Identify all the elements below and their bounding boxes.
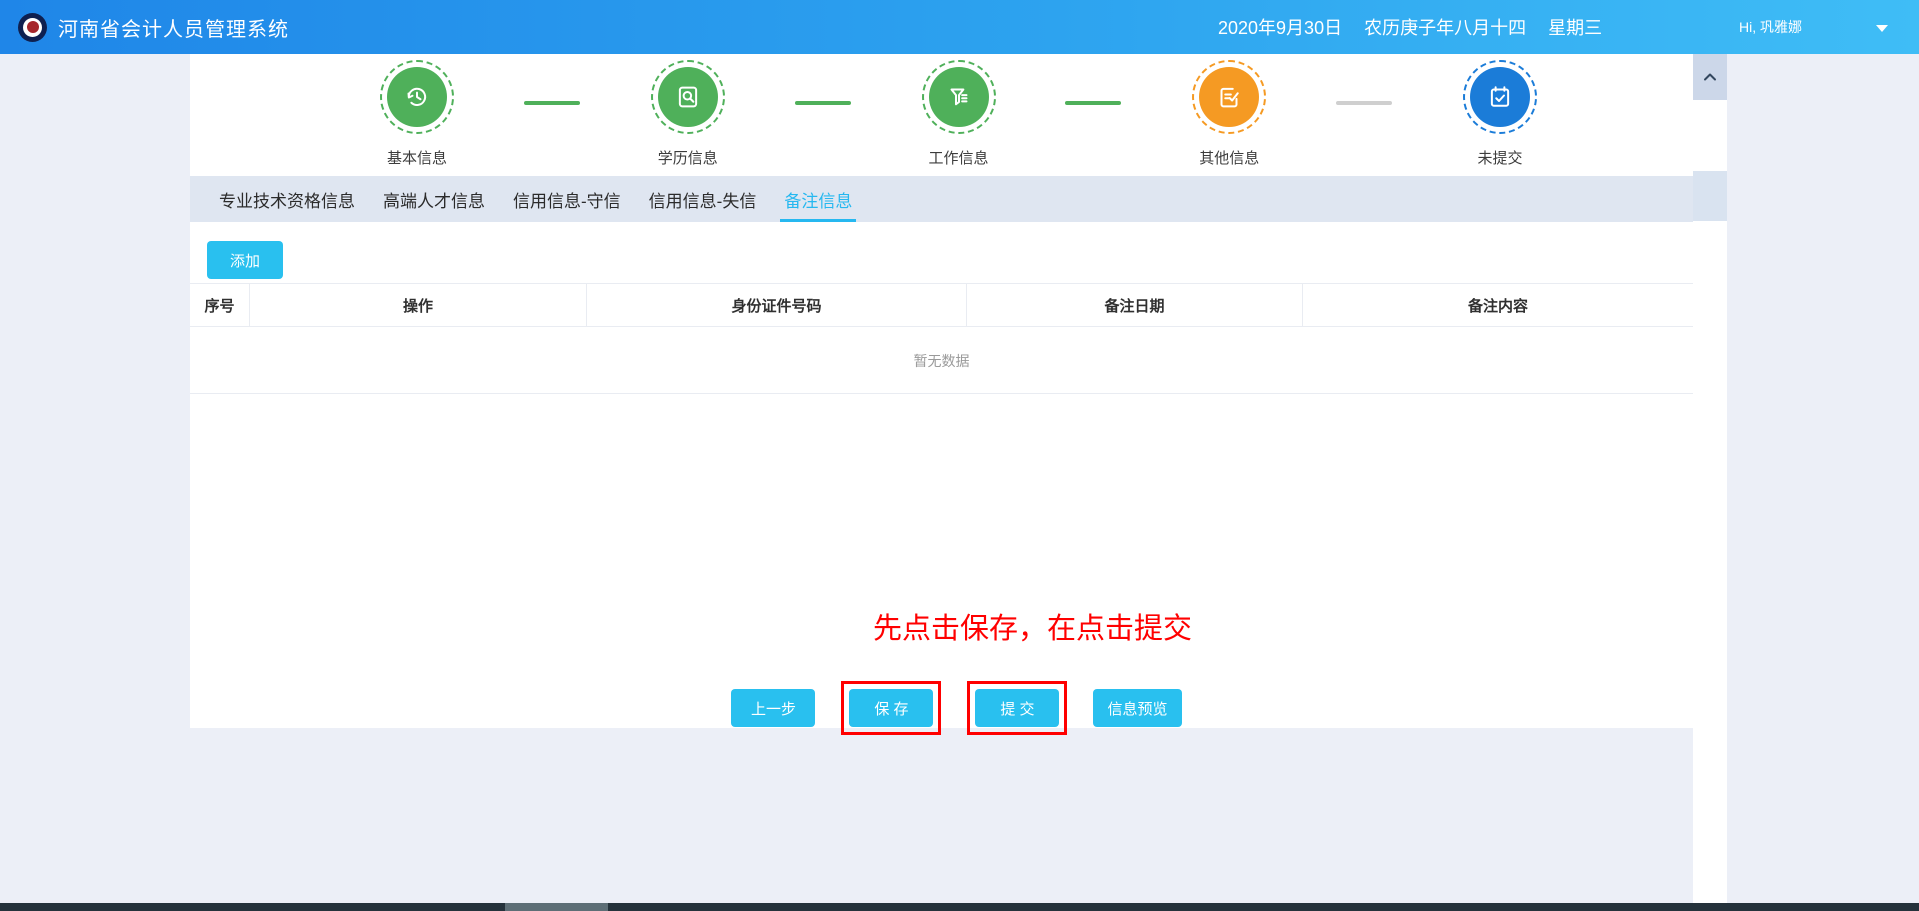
step-connector	[524, 101, 580, 105]
step-indicator: 基本信息 学历信息	[379, 60, 1538, 168]
step-work-info: 工作信息	[921, 60, 997, 168]
submit-button[interactable]: 提 交	[975, 689, 1059, 727]
document-search-icon	[658, 67, 718, 127]
content-panel: 基本信息 学历信息	[190, 54, 1693, 728]
calendar-check-icon	[1470, 67, 1530, 127]
tab-credit-untrustworthy[interactable]: 信用信息-失信	[635, 176, 771, 222]
step-other-info: 其他信息	[1191, 60, 1267, 168]
step-label: 未提交	[1477, 147, 1522, 168]
step-connector	[1336, 101, 1392, 105]
app-header: 河南省会计人员管理系统 2020年9月30日 农历庚子年八月十四 星期三 Hi,…	[0, 0, 1919, 54]
vertical-scrollbar-thumb[interactable]	[1693, 171, 1727, 221]
scroll-up-button[interactable]	[1693, 54, 1727, 100]
tab-high-end-talent[interactable]: 高端人才信息	[369, 176, 499, 222]
column-header-id-number: 身份证件号码	[587, 284, 967, 326]
step-label: 其他信息	[1199, 147, 1259, 168]
header-date: 2020年9月30日 农历庚子年八月十四 星期三	[1218, 0, 1602, 54]
table-toolbar: 添加	[190, 222, 1693, 283]
column-header-index: 序号	[190, 284, 250, 326]
horizontal-scrollbar-thumb[interactable]	[505, 903, 608, 911]
instruction-annotation: 先点击保存，在点击提交	[873, 605, 1192, 647]
step-connector	[1065, 101, 1121, 105]
step-label: 学历信息	[658, 147, 718, 168]
save-highlight-box: 保 存	[841, 681, 941, 735]
step-education-info: 学历信息	[650, 60, 726, 168]
tab-remarks[interactable]: 备注信息	[770, 176, 866, 222]
step-connector	[795, 101, 851, 105]
funnel-list-icon	[929, 67, 989, 127]
previous-step-button[interactable]: 上一步	[731, 689, 815, 727]
add-button[interactable]: 添加	[207, 241, 283, 279]
step-label: 工作信息	[928, 147, 988, 168]
tab-professional-qualification[interactable]: 专业技术资格信息	[205, 176, 369, 222]
horizontal-scrollbar[interactable]	[0, 903, 1919, 911]
date-text: 2020年9月30日	[1218, 14, 1342, 40]
sub-tabs: 专业技术资格信息 高端人才信息 信用信息-守信 信用信息-失信 备注信息	[190, 176, 1693, 222]
tab-credit-trustworthy[interactable]: 信用信息-守信	[499, 176, 635, 222]
chevron-up-icon	[1700, 67, 1720, 87]
step-basic-info: 基本信息	[379, 60, 455, 168]
footer-actions: 上一步 保 存 提 交 信息预览	[205, 681, 1708, 735]
table-header: 序号 操作 身份证件号码 备注日期 备注内容	[190, 283, 1693, 327]
app-title: 河南省会计人员管理系统	[58, 13, 289, 42]
history-clock-icon	[387, 67, 447, 127]
app-logo-icon	[18, 13, 47, 42]
column-header-remark-date: 备注日期	[967, 284, 1303, 326]
weekday-text: 星期三	[1548, 14, 1602, 40]
info-preview-button[interactable]: 信息预览	[1093, 689, 1181, 727]
user-menu-caret-icon[interactable]	[1876, 25, 1888, 32]
table-empty-state: 暂无数据	[190, 328, 1693, 394]
column-header-remark-content: 备注内容	[1303, 284, 1693, 326]
submit-highlight-box: 提 交	[967, 681, 1067, 735]
step-label: 基本信息	[387, 147, 447, 168]
lunar-date-text: 农历庚子年八月十四	[1364, 14, 1526, 40]
step-not-submitted: 未提交	[1462, 60, 1538, 168]
document-check-icon	[1199, 67, 1259, 127]
column-header-operation: 操作	[250, 284, 587, 326]
save-button[interactable]: 保 存	[849, 689, 933, 727]
user-greeting[interactable]: Hi, 巩雅娜	[1739, 0, 1802, 54]
vertical-scrollbar[interactable]	[1693, 54, 1727, 903]
